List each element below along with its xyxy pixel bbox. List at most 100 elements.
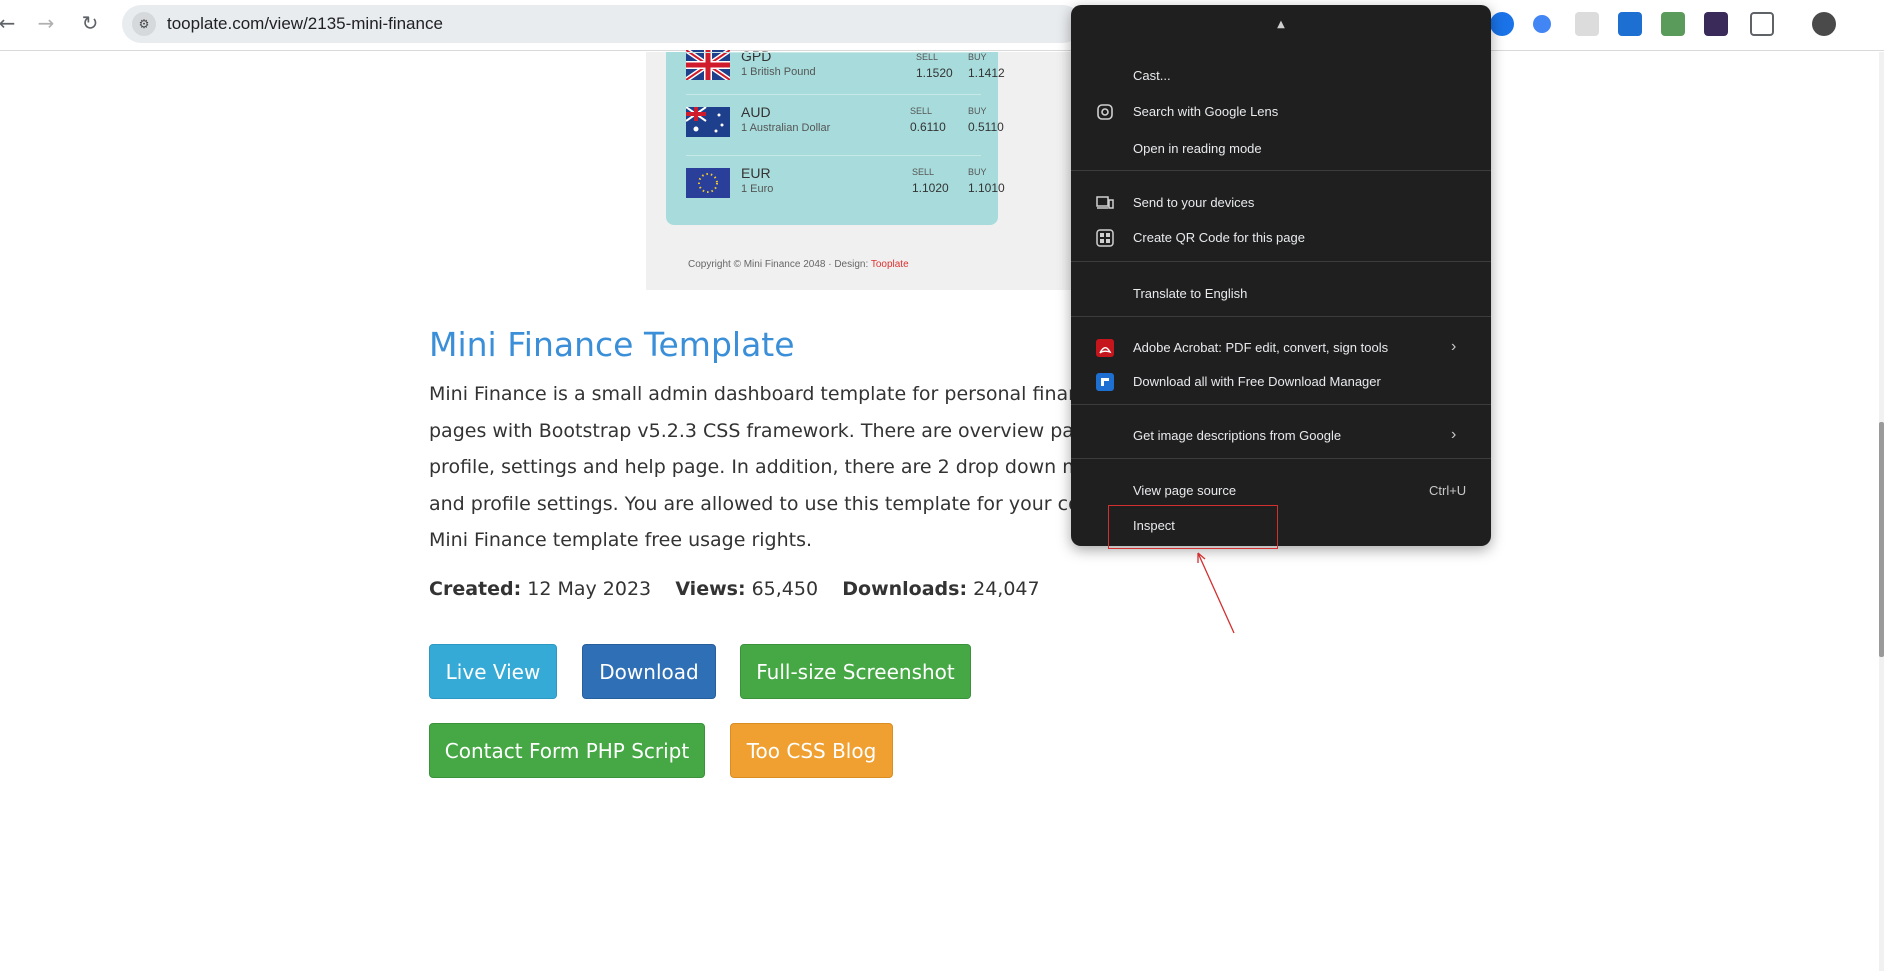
- tooplate-link: Tooplate: [870, 259, 909, 270]
- menu-divider: [1071, 404, 1491, 405]
- exchange-rate-card: GPD 1 British Pound SELL BUY 1.1520 1.14…: [666, 47, 1005, 225]
- annotation-arrow-icon: [1197, 552, 1235, 634]
- menu-item-label: Open in reading mode: [1133, 141, 1262, 156]
- description-line: profile, settings and help page. In addi…: [429, 456, 1079, 478]
- template-preview-image: GPD 1 British Pound SELL BUY 1.1520 1.14…: [646, 47, 1071, 290]
- currency-code: AUD: [741, 104, 771, 120]
- description-line: Mini Finance template free usage rights.: [429, 529, 813, 551]
- menu-item-label: Download all with Free Download Manager: [1133, 374, 1381, 389]
- views-label: Views:: [675, 578, 746, 600]
- created-label: Created:: [429, 578, 522, 600]
- sell-label: SELL: [910, 106, 933, 116]
- menu-item-cast[interactable]: Cast...: [1071, 61, 1491, 91]
- page-title: Mini Finance Template: [429, 325, 795, 364]
- menu-item-adobe-acrobat[interactable]: Adobe Acrobat: PDF edit, convert, sign t…: [1071, 333, 1491, 363]
- chevron-right-icon: ›: [1451, 426, 1457, 443]
- sell-label: SELL: [916, 52, 939, 62]
- extension-fdm-icon[interactable]: [1618, 12, 1642, 36]
- extensions-puzzle-icon[interactable]: [1750, 12, 1774, 36]
- extension-folder-icon[interactable]: [1661, 12, 1685, 36]
- menu-item-qr-code[interactable]: Create QR Code for this page: [1071, 223, 1491, 253]
- downloads-value: 24,047: [973, 578, 1040, 600]
- live-view-button[interactable]: Live View: [429, 644, 557, 699]
- context-menu: ▲ Cast... Search with Google Lens Open i…: [1071, 5, 1491, 546]
- australia-flag-icon: [685, 106, 730, 137]
- annotation-highlight-box: [1108, 505, 1278, 549]
- divider: [686, 155, 981, 156]
- divider: [686, 94, 981, 95]
- forward-icon[interactable]: →: [31, 8, 61, 38]
- menu-item-send-to-devices[interactable]: Send to your devices: [1071, 188, 1491, 218]
- created-value: 12 May 2023: [527, 578, 652, 600]
- menu-divider: [1071, 458, 1491, 459]
- devices-icon: [1095, 193, 1115, 213]
- menu-item-label: Create QR Code for this page: [1133, 230, 1305, 245]
- extension-ninja-icon[interactable]: [1704, 12, 1728, 36]
- back-icon[interactable]: ←: [0, 8, 22, 38]
- menu-item-label: Send to your devices: [1133, 195, 1255, 210]
- menu-item-label: Get image descriptions from Google: [1133, 428, 1342, 443]
- menu-item-image-descriptions[interactable]: Get image descriptions from Google ›: [1071, 421, 1491, 451]
- download-button[interactable]: Download: [582, 644, 716, 699]
- reload-icon[interactable]: ↻: [75, 8, 105, 38]
- extension-grey-icon[interactable]: [1575, 12, 1599, 36]
- sell-value: 0.6110: [910, 120, 946, 134]
- page-scrollbar[interactable]: [1879, 52, 1884, 971]
- description-line: and profile settings. You are allowed to…: [429, 492, 1079, 515]
- address-bar[interactable]: ⚙ tooplate.com/view/2135-mini-finance: [122, 5, 1082, 43]
- description-line: Mini Finance is a small admin dashboard …: [429, 383, 1079, 405]
- list-item: GPD 1 British Pound SELL BUY 1.1520 1.14…: [666, 42, 1005, 102]
- extension-blue-icon[interactable]: [1533, 15, 1551, 33]
- scrollbar-thumb[interactable]: [1879, 422, 1884, 657]
- chevron-right-icon: ›: [1451, 338, 1457, 355]
- currency-name: 1 British Pound: [741, 66, 816, 78]
- currency-name: 1 Euro: [741, 183, 774, 195]
- menu-item-google-lens[interactable]: Search with Google Lens: [1071, 97, 1491, 127]
- template-stats: Created: 12 May 2023 Views: 65,450 Downl…: [429, 578, 1040, 600]
- menu-scroll-up-icon[interactable]: ▲: [1071, 19, 1491, 35]
- menu-item-label: View page source: [1133, 483, 1237, 498]
- template-description: Mini Finance is a small admin dashboard …: [429, 376, 1079, 559]
- sell-label: SELL: [912, 167, 935, 177]
- menu-item-reading-mode[interactable]: Open in reading mode: [1071, 134, 1491, 164]
- sell-value: 1.1520: [916, 66, 953, 80]
- full-size-screenshot-button[interactable]: Full-size Screenshot: [740, 644, 971, 699]
- buy-label: BUY: [968, 167, 987, 177]
- preview-copyright: Copyright © Mini Finance 2048 · Design: …: [688, 259, 909, 270]
- qr-code-icon: [1095, 228, 1115, 248]
- menu-item-translate[interactable]: Translate to English: [1071, 279, 1491, 309]
- adobe-acrobat-icon: [1095, 338, 1115, 358]
- url-text[interactable]: tooplate.com/view/2135-mini-finance: [167, 14, 443, 34]
- profile-avatar[interactable]: [1812, 12, 1836, 36]
- menu-item-label: Adobe Acrobat: PDF edit, convert, sign t…: [1133, 340, 1389, 355]
- description-line: pages with Bootstrap v5.2.3 CSS framewor…: [429, 419, 1079, 442]
- free-download-manager-icon: [1095, 372, 1115, 392]
- site-info-icon[interactable]: ⚙: [132, 12, 156, 36]
- buy-value: 1.1010: [968, 181, 1005, 195]
- menu-divider: [1071, 261, 1491, 262]
- eu-flag-icon: [686, 168, 730, 198]
- buy-label: BUY: [968, 52, 987, 62]
- extension-docs-icon[interactable]: [1490, 12, 1514, 36]
- buy-label: BUY: [968, 106, 987, 116]
- menu-item-free-download-manager[interactable]: Download all with Free Download Manager: [1071, 367, 1491, 397]
- currency-code: EUR: [741, 165, 771, 181]
- menu-item-shortcut: Ctrl+U: [1429, 483, 1467, 498]
- contact-form-button[interactable]: Contact Form PHP Script: [429, 723, 705, 778]
- too-css-blog-button[interactable]: Too CSS Blog: [730, 723, 893, 778]
- buy-value: 1.1412: [968, 66, 1005, 80]
- menu-divider: [1071, 316, 1491, 317]
- list-item: EUR 1 Euro SELL BUY 1.1020 1.1010: [666, 163, 1005, 223]
- menu-item-label: Translate to English: [1133, 286, 1248, 301]
- menu-item-label: Search with Google Lens: [1133, 104, 1279, 119]
- currency-code: GPD: [741, 48, 772, 64]
- list-item: AUD 1 Australian Dollar SELL BUY 0.6110 …: [666, 102, 1004, 162]
- sell-value: 1.1020: [912, 181, 949, 195]
- menu-item-label: Cast...: [1133, 68, 1171, 83]
- google-lens-icon: [1095, 102, 1115, 122]
- downloads-label: Downloads:: [842, 578, 968, 600]
- uk-flag-icon: [684, 47, 732, 83]
- buy-value: 0.5110: [968, 120, 1004, 134]
- views-value: 65,450: [751, 578, 819, 600]
- menu-item-view-page-source[interactable]: View page source Ctrl+U: [1071, 476, 1491, 506]
